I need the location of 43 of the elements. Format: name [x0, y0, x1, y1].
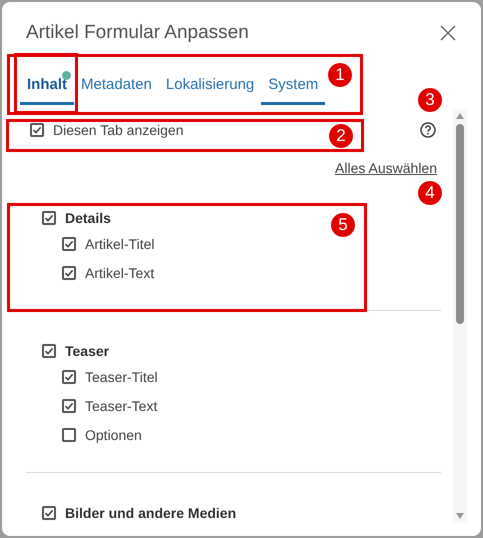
checkbox[interactable] — [30, 123, 44, 137]
tab[interactable]: System — [261, 74, 326, 105]
checkbox[interactable] — [42, 211, 56, 225]
number-badge: 3 — [418, 88, 442, 112]
checkbox-label: Diesen Tab anzeigen — [53, 122, 184, 138]
scrollbar-thumb[interactable] — [456, 124, 464, 324]
number-badge: 1 — [328, 63, 352, 87]
dialog-title: Artikel Formular Anpassen — [26, 21, 249, 45]
group-label: Details — [65, 210, 111, 226]
number-badge: 5 — [331, 213, 355, 237]
tab[interactable]: Inhalt — [20, 74, 74, 105]
checkmark-icon — [44, 346, 54, 356]
number-badge: 4 — [418, 181, 442, 205]
checkbox[interactable] — [62, 370, 76, 384]
checkmark-icon — [44, 508, 54, 518]
checkbox[interactable] — [62, 266, 76, 280]
checkbox-label: Artikel-Text — [85, 264, 154, 280]
help-icon[interactable] — [420, 122, 436, 138]
checkmark-icon — [64, 372, 74, 382]
scroll-up-icon[interactable] — [455, 112, 465, 120]
group-label: Bilder und andere Medien — [65, 505, 236, 521]
checkmark-icon — [32, 125, 42, 135]
group-label: Teaser — [65, 343, 110, 359]
scroll-down-icon[interactable] — [455, 512, 465, 520]
checkbox[interactable] — [62, 398, 76, 412]
checkbox[interactable] — [62, 428, 76, 442]
checkbox[interactable] — [62, 236, 76, 250]
tab[interactable]: Lokalisierung — [158, 74, 262, 105]
checkmark-icon — [44, 213, 54, 223]
close-icon[interactable] — [439, 24, 457, 42]
scrollbar[interactable] — [453, 109, 467, 523]
tab[interactable]: Metadaten — [74, 74, 159, 105]
checkbox-label: Teaser-Titel — [85, 368, 158, 384]
checkbox-label: Teaser-Text — [85, 398, 158, 414]
checkmark-icon — [64, 268, 74, 278]
checkbox[interactable] — [42, 344, 56, 358]
checkbox-label: Optionen — [85, 426, 142, 442]
checkmark-icon — [64, 238, 74, 248]
checkbox[interactable] — [42, 506, 56, 520]
checkbox-label: Artikel-Titel — [85, 236, 154, 252]
checkmark-icon — [64, 400, 74, 410]
select-all-link[interactable]: Alles Auswählen — [335, 160, 437, 176]
number-badge: 2 — [329, 124, 353, 148]
